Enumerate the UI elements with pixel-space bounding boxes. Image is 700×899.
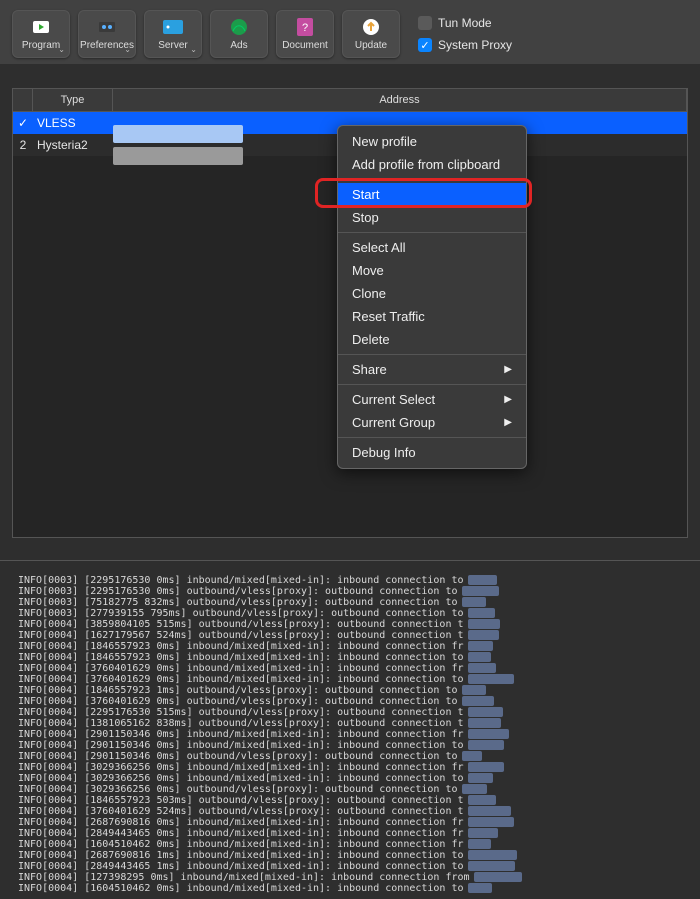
program-button[interactable]: Program ⌄ bbox=[12, 10, 70, 58]
log-line: INFO[0004] [1381065162 838ms] outbound/v… bbox=[18, 718, 694, 729]
program-label: Program bbox=[22, 40, 60, 51]
preferences-button[interactable]: Preferences ⌄ bbox=[78, 10, 136, 58]
log-line: INFO[0004] [2901150346 0ms] inbound/mixe… bbox=[18, 740, 694, 751]
menu-clone[interactable]: Clone bbox=[338, 282, 526, 305]
col-type[interactable]: Type bbox=[33, 89, 113, 111]
log-panel[interactable]: INFO[0003] [2295176530 0ms] inbound/mixe… bbox=[0, 560, 700, 899]
toggle-group: Tun Mode ✓ System Proxy bbox=[408, 10, 516, 52]
submenu-arrow-icon: ▶ bbox=[504, 417, 512, 428]
log-line: INFO[0004] [2849443465 1ms] inbound/mixe… bbox=[18, 861, 694, 872]
log-line: INFO[0004] [2687690816 1ms] inbound/mixe… bbox=[18, 850, 694, 861]
log-line: INFO[0003] [2295176530 0ms] outbound/vle… bbox=[18, 586, 694, 597]
menu-share[interactable]: Share▶ bbox=[338, 358, 526, 381]
log-line: INFO[0003] [75182775 832ms] outbound/vle… bbox=[18, 597, 694, 608]
prefs-icon bbox=[97, 17, 117, 37]
document-label: Document bbox=[282, 40, 328, 51]
menu-stop[interactable]: Stop bbox=[338, 206, 526, 229]
menu-start[interactable]: Start bbox=[338, 183, 526, 206]
doc-icon: ? bbox=[295, 17, 315, 37]
log-line: INFO[0004] [3859804105 515ms] outbound/v… bbox=[18, 619, 694, 630]
log-line: INFO[0003] [277939155 795ms] outbound/vl… bbox=[18, 608, 694, 619]
update-label: Update bbox=[355, 40, 387, 51]
menu-delete[interactable]: Delete bbox=[338, 328, 526, 351]
log-line: INFO[0004] [1627179567 524ms] outbound/v… bbox=[18, 630, 694, 641]
log-line: INFO[0004] [2901150346 0ms] outbound/vle… bbox=[18, 751, 694, 762]
menu-separator bbox=[338, 384, 526, 385]
log-line: INFO[0004] [3760401629 0ms] inbound/mixe… bbox=[18, 674, 694, 685]
log-line: INFO[0004] [1846557923 503ms] outbound/v… bbox=[18, 795, 694, 806]
checkbox-icon bbox=[418, 16, 432, 30]
context-menu: New profile Add profile from clipboard S… bbox=[337, 125, 527, 469]
log-line: INFO[0004] [1604510462 0ms] inbound/mixe… bbox=[18, 839, 694, 850]
server-label: Server bbox=[158, 40, 187, 51]
menu-new-profile[interactable]: New profile bbox=[338, 130, 526, 153]
log-line: INFO[0004] [1846557923 0ms] inbound/mixe… bbox=[18, 652, 694, 663]
log-line: INFO[0004] [3760401629 0ms] inbound/mixe… bbox=[18, 663, 694, 674]
log-line: INFO[0004] [127398295 0ms] inbound/mixed… bbox=[18, 872, 694, 883]
menu-debug-info[interactable]: Debug Info bbox=[338, 441, 526, 464]
menu-current-select[interactable]: Current Select▶ bbox=[338, 388, 526, 411]
menu-select-all[interactable]: Select All bbox=[338, 236, 526, 259]
chevron-down-icon: ⌄ bbox=[190, 45, 197, 54]
row-type: VLESS bbox=[33, 116, 113, 130]
tun-mode-label: Tun Mode bbox=[438, 16, 492, 30]
server-icon bbox=[163, 17, 183, 37]
log-line: INFO[0004] [2849443465 0ms] inbound/mixe… bbox=[18, 828, 694, 839]
ads-button[interactable]: Ads bbox=[210, 10, 268, 58]
log-line: INFO[0004] [1604510462 0ms] inbound/mixe… bbox=[18, 883, 694, 894]
menu-separator bbox=[338, 179, 526, 180]
log-line: INFO[0004] [2901150346 0ms] inbound/mixe… bbox=[18, 729, 694, 740]
update-icon bbox=[361, 17, 381, 37]
program-icon bbox=[31, 17, 51, 37]
server-button[interactable]: Server ⌄ bbox=[144, 10, 202, 58]
log-line: INFO[0003] [2295176530 0ms] inbound/mixe… bbox=[18, 575, 694, 586]
row-type: Hysteria2 bbox=[33, 138, 113, 152]
log-line: INFO[0004] [1846557923 0ms] inbound/mixe… bbox=[18, 641, 694, 652]
ads-label: Ads bbox=[230, 40, 247, 51]
system-proxy-toggle[interactable]: ✓ System Proxy bbox=[418, 38, 512, 52]
row-index: 2 bbox=[13, 138, 33, 152]
log-line: INFO[0004] [2295176530 515ms] outbound/v… bbox=[18, 707, 694, 718]
col-address[interactable]: Address bbox=[113, 89, 687, 111]
tun-mode-toggle[interactable]: Tun Mode bbox=[418, 16, 512, 30]
document-button[interactable]: ? Document bbox=[276, 10, 334, 58]
menu-separator bbox=[338, 437, 526, 438]
ads-icon bbox=[229, 17, 249, 37]
log-line: INFO[0004] [3760401629 524ms] outbound/v… bbox=[18, 806, 694, 817]
checkbox-checked-icon: ✓ bbox=[418, 38, 432, 52]
log-line: INFO[0004] [1846557923 1ms] outbound/vle… bbox=[18, 685, 694, 696]
log-line: INFO[0004] [2687690816 0ms] inbound/mixe… bbox=[18, 817, 694, 828]
menu-reset-traffic[interactable]: Reset Traffic bbox=[338, 305, 526, 328]
svg-text:?: ? bbox=[302, 22, 308, 34]
menu-current-group[interactable]: Current Group▶ bbox=[338, 411, 526, 434]
toolbar: Program ⌄ Preferences ⌄ Server ⌄ Ads ? D… bbox=[0, 0, 700, 64]
menu-separator bbox=[338, 354, 526, 355]
chevron-down-icon: ⌄ bbox=[58, 45, 65, 54]
system-proxy-label: System Proxy bbox=[438, 38, 512, 52]
log-line: INFO[0004] [3760401629 0ms] outbound/vle… bbox=[18, 696, 694, 707]
menu-separator bbox=[338, 232, 526, 233]
update-button[interactable]: Update bbox=[342, 10, 400, 58]
row-checkmark: ✓ bbox=[13, 116, 33, 130]
submenu-arrow-icon: ▶ bbox=[504, 394, 512, 405]
log-line: INFO[0004] [3029366256 0ms] inbound/mixe… bbox=[18, 773, 694, 784]
menu-move[interactable]: Move bbox=[338, 259, 526, 282]
chevron-down-icon: ⌄ bbox=[124, 45, 131, 54]
table-header: Type Address bbox=[13, 89, 687, 112]
col-checkmark[interactable] bbox=[13, 89, 33, 111]
submenu-arrow-icon: ▶ bbox=[504, 364, 512, 375]
log-line: INFO[0004] [3029366256 0ms] inbound/mixe… bbox=[18, 762, 694, 773]
menu-add-from-clipboard[interactable]: Add profile from clipboard bbox=[338, 153, 526, 176]
log-line: INFO[0004] [3029366256 0ms] outbound/vle… bbox=[18, 784, 694, 795]
